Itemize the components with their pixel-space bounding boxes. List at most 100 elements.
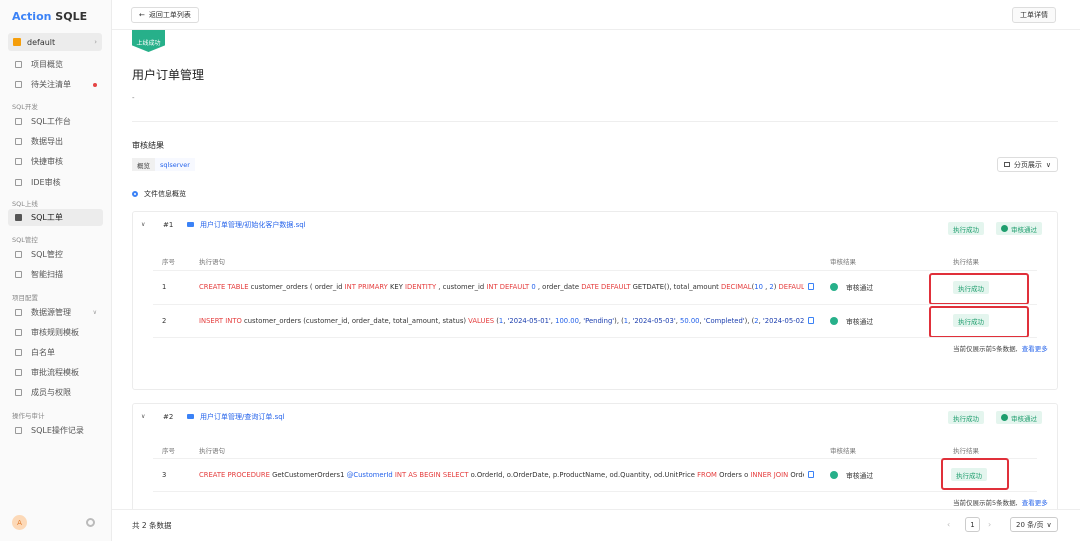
audit-badge-label: 审核通过 (1011, 225, 1037, 234)
sidebar-item-label: 审核规则模板 (31, 328, 79, 337)
sidebar-item-watchlist[interactable]: 待关注清单 (8, 76, 103, 93)
copy-icon[interactable] (808, 283, 814, 290)
audit-status-badge: 审核通过 (996, 411, 1042, 424)
show-more-text: 当前仅展示前5条数据, (953, 345, 1018, 353)
exec-result-badge: 执行成功 (951, 468, 987, 481)
column-header-audit: 审核结果 (830, 258, 856, 266)
audit-status-badge: 审核通过 (996, 222, 1042, 235)
sidebar-item-sql-control[interactable]: SQL管控 (8, 246, 103, 263)
sidebar-item-label: 项目概览 (31, 60, 63, 69)
sidebar-item-whitelist[interactable]: 白名单 (8, 344, 103, 361)
main-content: ← 返回工单列表 工单详情 上线成功 用户订单管理 - 审核结果 概览 sqls… (112, 0, 1080, 541)
page-size-select[interactable]: 20 条/页 ∨ (1010, 517, 1058, 532)
export-icon (15, 138, 22, 145)
sidebar-item-label: 成员与权限 (31, 388, 71, 397)
ide-icon (15, 179, 22, 186)
sidebar-item-sql-order[interactable]: SQL工单 (8, 209, 103, 226)
sidebar-item-label: 智能扫描 (31, 270, 63, 279)
brand-logo[interactable]: Action SQLE (12, 10, 87, 23)
sidebar-item-label: SQL工作台 (31, 117, 71, 126)
sql-token: OrderDetail... (790, 471, 804, 479)
total-count: 共 2 条数据 (132, 521, 172, 530)
view-more-link[interactable]: 查看更多 (1022, 499, 1048, 507)
sidebar-item-label: SQL工单 (31, 213, 63, 222)
paging-mode-select[interactable]: 分页展示 ∨ (996, 157, 1058, 172)
chevron-right-icon[interactable]: › (988, 520, 991, 529)
sidebar-item-sql-workbench[interactable]: SQL工作台 (8, 113, 103, 130)
settings-icon[interactable] (86, 518, 95, 527)
avatar[interactable]: A (12, 515, 27, 530)
sql-token: ), ( (744, 317, 755, 325)
chevron-down-icon[interactable]: ∨ (141, 413, 145, 420)
file-name-link[interactable]: 用户订单管理/查询订单.sql (200, 412, 285, 422)
sidebar-item-op-records[interactable]: SQLE操作记录 (8, 422, 103, 439)
audit-result: 审核通过 (830, 282, 873, 292)
brand-part1: Action (12, 10, 52, 23)
audit-badge-label: 审核通过 (1011, 414, 1037, 423)
sidebar-item-label: 白名单 (31, 348, 55, 357)
paging-mode-label: 分页展示 (1013, 160, 1042, 169)
sql-token: INNER JOIN (750, 471, 789, 479)
sidebar-item-members[interactable]: 成员与权限 (8, 384, 103, 401)
sidebar-item-label: 快捷审核 (31, 157, 63, 166)
exec-status-badge: 执行成功 (948, 222, 984, 235)
sql-token: FROM (697, 471, 717, 479)
sidebar: Action SQLE default › 项目概览 待关注清单 SQL开发 S… (0, 0, 112, 541)
sidebar-item-smart-scan[interactable]: 智能扫描 (8, 266, 103, 283)
sql-token: @CustomerId (346, 471, 393, 479)
column-header-stmt: 执行语句 (199, 258, 225, 266)
group-title-ops-audit: 操作与审计 (12, 412, 45, 420)
chevron-down-icon: ∨ (92, 309, 97, 316)
pagination-footer: 共 2 条数据 ‹ 1 › 20 条/页 ∨ (112, 509, 1080, 541)
sidebar-item-label: SQLE操作记录 (31, 426, 84, 435)
sidebar-item-rule-template[interactable]: 审核规则模板 (8, 324, 103, 341)
back-to-list-button[interactable]: ← 返回工单列表 (131, 7, 199, 23)
copy-icon[interactable] (808, 471, 814, 478)
brand-part2: SQLE (55, 10, 88, 23)
file-card: ∨ #2 用户订单管理/查询订单.sql 执行成功 审核通过 序号 执行语句 审… (132, 403, 1058, 518)
sql-token: INSERT INTO (199, 317, 242, 325)
tab-sqlserver[interactable]: sqlserver (155, 158, 195, 171)
chevron-left-icon[interactable]: ‹ (947, 520, 950, 529)
sidebar-item-datasource[interactable]: 数据源管理 ∨ (8, 304, 103, 321)
order-detail-button[interactable]: 工单详情 (1012, 7, 1056, 23)
file-index: #2 (163, 413, 174, 421)
order-description: - (132, 94, 135, 102)
audit-result-label: 审核通过 (846, 284, 874, 292)
exec-result-badge: 执行成功 (953, 314, 989, 327)
row-divider (153, 270, 1037, 271)
sidebar-item-overview[interactable]: 项目概览 (8, 56, 103, 73)
sidebar-item-ide-audit[interactable]: IDE审核 (8, 174, 103, 191)
sql-token: o.OrderId, o.OrderDate, p.ProductName, o… (468, 471, 698, 479)
page-number-current[interactable]: 1 (965, 517, 980, 532)
sql-statement: INSERT INTO customer_orders (customer_id… (199, 317, 804, 325)
sql-token: GETDATE(), total_amount (630, 283, 722, 291)
row-seq: 2 (162, 317, 167, 325)
project-selector[interactable]: default › (8, 33, 102, 51)
members-icon (15, 389, 22, 396)
sql-token: , order_date (535, 283, 582, 291)
chevron-down-icon[interactable]: ∨ (141, 221, 145, 228)
copy-icon[interactable] (808, 317, 814, 324)
view-more-link[interactable]: 查看更多 (1022, 345, 1048, 353)
audit-result-title: 审核结果 (132, 141, 164, 150)
sidebar-item-quick-audit[interactable]: 快捷审核 (8, 153, 103, 170)
sidebar-item-label: 数据源管理 (31, 308, 71, 317)
show-more-text: 当前仅展示前5条数据, (953, 499, 1018, 507)
audit-result: 审核通过 (830, 316, 873, 326)
sql-token: ), ( (614, 317, 624, 325)
clipboard-icon (15, 214, 22, 221)
sql-token: 100.00 (555, 317, 579, 325)
row-divider (153, 491, 1037, 492)
page-size-label: 20 条/页 (1016, 520, 1044, 529)
list-icon (15, 81, 22, 88)
sidebar-item-approval-flow[interactable]: 审批流程模板 (8, 364, 103, 381)
file-name-link[interactable]: 用户订单管理/初始化客户数据.sql (200, 220, 306, 230)
sidebar-item-data-export[interactable]: 数据导出 (8, 133, 103, 150)
tab-overview[interactable]: 概览 (132, 158, 155, 171)
audit-result-label: 审核通过 (846, 472, 874, 480)
sidebar-item-label: SQL管控 (31, 250, 63, 259)
file-card: ∨ #1 用户订单管理/初始化客户数据.sql 执行成功 审核通过 序号 执行语… (132, 211, 1058, 390)
group-title-project-config: 项目配置 (12, 294, 38, 302)
group-title-sql-release: SQL上线 (12, 200, 38, 208)
